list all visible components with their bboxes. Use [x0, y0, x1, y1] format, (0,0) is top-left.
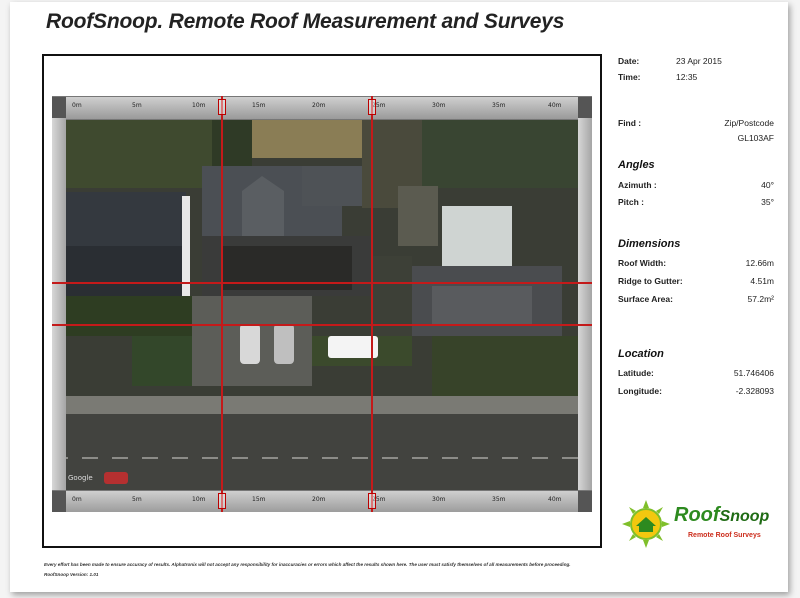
right-ruler: [578, 118, 592, 490]
roof-width-label: Roof Width:: [618, 258, 667, 268]
roof-width-value: 12.66m: [745, 258, 774, 268]
sun-logo-icon: [622, 500, 670, 548]
latitude-value: 51.746406: [733, 368, 774, 378]
disclaimer-text: Every effort has been made to ensure acc…: [44, 562, 571, 567]
guide-handle[interactable]: [218, 493, 226, 509]
guide-line-vertical[interactable]: [221, 96, 223, 512]
ruler-label: 35m: [492, 496, 506, 503]
page-title: RoofSnoop. Remote Roof Measurement and S…: [46, 10, 565, 33]
ruler-label: 40m: [548, 102, 562, 109]
ruler-label: 10m: [192, 102, 206, 109]
map-attribution: Google: [68, 474, 93, 482]
guide-handle[interactable]: [218, 99, 226, 115]
aerial-photo-frame: 0m 5m 10m 15m 20m 25m 30m 35m 40m 0m 5m …: [42, 54, 602, 548]
time-value: 12:35: [676, 72, 698, 82]
dimensions-heading: Dimensions: [618, 238, 681, 250]
aerial-image: [52, 96, 592, 512]
azimuth-value: 40°: [761, 180, 774, 190]
guide-line-horizontal[interactable]: [52, 282, 592, 284]
ridge-label: Ridge to Gutter:: [618, 276, 683, 286]
logo-snoop: Snoop: [719, 508, 770, 525]
latitude-label: Latitude:: [618, 368, 654, 378]
top-ruler: 0m 5m 10m 15m 20m 25m 30m 35m 40m: [52, 96, 592, 120]
ruler-label: 15m: [252, 102, 266, 109]
area-value: 57.2m²: [747, 294, 774, 304]
guide-handle[interactable]: [368, 493, 376, 509]
find-postcode: GL103AF: [737, 133, 774, 143]
bottom-ruler: 0m 5m 10m 15m 20m 25m 30m 35m 40m: [52, 490, 592, 512]
find-label: Find :: [618, 118, 642, 128]
logo-tagline: Remote Roof Surveys: [688, 532, 761, 539]
pitch-label: Pitch :: [618, 197, 644, 207]
guide-line-horizontal[interactable]: [52, 324, 592, 326]
angles-heading: Angles: [618, 159, 655, 171]
ruler-label: 40m: [548, 496, 562, 503]
ruler-label: 0m: [72, 496, 82, 503]
azimuth-label: Azimuth :: [618, 180, 657, 190]
ruler-label: 30m: [432, 102, 446, 109]
roofsnoop-logo: RoofSnoop Remote Roof Surveys: [622, 500, 782, 548]
location-heading: Location: [618, 348, 664, 360]
longitude-label: Longitude:: [618, 386, 662, 396]
date-label: Date:: [618, 56, 640, 66]
logo-wordmark: RoofSnoop: [674, 504, 769, 527]
area-label: Surface Area:: [618, 294, 673, 304]
ruler-corner: [52, 97, 66, 119]
ruler-label: 5m: [132, 496, 142, 503]
time-label: Time:: [618, 72, 641, 82]
ruler-label: 5m: [132, 102, 142, 109]
ruler-corner: [578, 97, 592, 119]
date-value: 23 Apr 2015: [676, 56, 722, 66]
ruler-label: 20m: [312, 102, 326, 109]
ruler-corner: [52, 491, 66, 512]
ruler-label: 20m: [312, 496, 326, 503]
guide-handle[interactable]: [368, 99, 376, 115]
left-ruler: [52, 118, 66, 490]
find-type: Zip/Postcode: [724, 118, 774, 128]
pitch-value: 35°: [761, 197, 774, 207]
ruler-corner: [578, 491, 592, 512]
report-sheet: RoofSnoop. Remote Roof Measurement and S…: [10, 2, 788, 592]
ruler-label: 30m: [432, 496, 446, 503]
ruler-label: 10m: [192, 496, 206, 503]
ridge-value: 4.51m: [750, 276, 774, 286]
ruler-label: 15m: [252, 496, 266, 503]
ruler-label: 0m: [72, 102, 82, 109]
ruler-label: 35m: [492, 102, 506, 109]
version-text: RoofSnoop Version: 1.01: [44, 572, 99, 577]
guide-line-vertical[interactable]: [371, 96, 373, 512]
logo-roof: Roof: [674, 504, 720, 526]
longitude-value: -2.328093: [735, 386, 774, 396]
aerial-map: 0m 5m 10m 15m 20m 25m 30m 35m 40m 0m 5m …: [52, 96, 592, 512]
